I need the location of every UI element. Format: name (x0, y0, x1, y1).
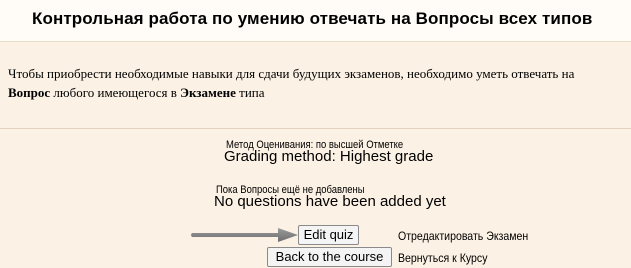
edit-quiz-button[interactable]: Edit quiz (298, 225, 359, 245)
intro-bold-exam: Экзамене (180, 85, 236, 100)
intro-text-1: Чтобы приобрести необходимые навыки для … (8, 66, 575, 81)
quiz-page: Контрольная работа по умению отвечать на… (0, 0, 631, 268)
back-to-course-caption: Вернуться к Курсу (398, 251, 488, 265)
intro-text-3: типа (235, 85, 265, 100)
edit-quiz-caption: Отредактировать Экзамен (398, 229, 529, 243)
no-questions-en: No questions have been added yet (214, 193, 446, 210)
title-band: Контрольная работа по умению отвечать на… (0, 0, 631, 42)
back-to-course-button[interactable]: Back to the course (267, 247, 392, 267)
quiz-intro: Чтобы приобрести необходимые навыки для … (8, 64, 618, 102)
arrow-right-icon (191, 228, 298, 242)
quiz-title: Контрольная работа по умению отвечать на… (32, 9, 593, 28)
grading-method-en: Grading method: Highest grade (224, 148, 434, 165)
intro-bold-question: Вопрос (8, 85, 51, 100)
section-divider (0, 128, 631, 129)
intro-text-2: любого имеющегося в (50, 85, 181, 100)
